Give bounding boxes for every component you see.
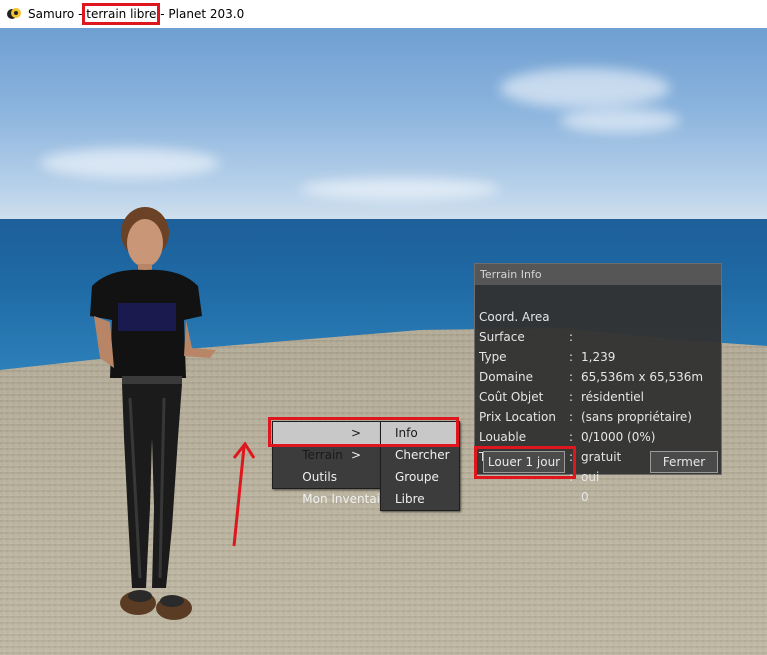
menu-item-mon-inventaire[interactable]: Mon Inventaire <box>273 466 392 506</box>
info-row-coord-area: Coord. Area : 1,239 <box>479 287 615 364</box>
submenu-arrow-icon: > <box>351 448 362 462</box>
info-value: oui <box>581 470 600 484</box>
submenu-item-libre[interactable]: Libre <box>381 488 459 510</box>
rent-button[interactable]: Louer 1 jour <box>483 451 565 473</box>
info-row-surface: Surface : 65,536m x 65,536m <box>479 307 703 384</box>
info-value: 0/1000 (0%) <box>581 430 656 444</box>
panel-title: Terrain Info <box>475 264 721 285</box>
submenu-item-chercher[interactable]: Chercher <box>381 444 459 466</box>
info-value: résidentiel <box>581 390 644 404</box>
info-colon: : <box>569 370 574 384</box>
info-colon: : <box>569 330 574 344</box>
terrain-info-panel: Terrain Info Coord. Area : 1,239 Surface… <box>474 263 722 504</box>
info-value: 0 <box>581 490 589 504</box>
info-colon: : <box>569 350 574 364</box>
info-value: 1,239 <box>581 350 616 364</box>
info-value: 65,536m x 65,536m <box>581 370 704 384</box>
terrain-submenu: Info Chercher Groupe Libre <box>380 421 460 511</box>
context-menu: Terrain > Outils > Mon Inventaire <box>272 421 392 506</box>
menu-item-terrain[interactable]: Terrain > <box>273 422 381 462</box>
close-button[interactable]: Fermer <box>650 451 718 473</box>
info-row-louable: Louable : oui <box>479 407 599 484</box>
submenu-arrow-icon: > <box>351 426 362 440</box>
info-colon: : <box>569 430 574 444</box>
menu-item-label: Mon Inventaire <box>302 492 393 506</box>
info-value: (sans propriétaire) <box>581 410 692 424</box>
menu-item-outils[interactable]: Outils > <box>273 444 381 484</box>
info-colon: : <box>569 450 574 464</box>
info-value: gratuit <box>581 450 622 464</box>
info-row-cout-objet: Coût Objet : 0/1000 (0%) <box>479 367 655 444</box>
submenu-item-groupe[interactable]: Groupe <box>381 466 459 488</box>
submenu-item-info[interactable]: Info <box>381 422 459 444</box>
info-row-prix-location: Prix Location : gratuit <box>479 387 621 464</box>
info-colon: : <box>569 390 574 404</box>
info-colon: : <box>569 410 574 424</box>
info-row-domaine: Domaine : (sans propriétaire) <box>479 347 692 424</box>
info-colon: : <box>569 470 574 484</box>
info-row-type: Type : résidentiel <box>479 327 644 404</box>
info-row-trafic: Trafic : 0 <box>479 427 589 504</box>
